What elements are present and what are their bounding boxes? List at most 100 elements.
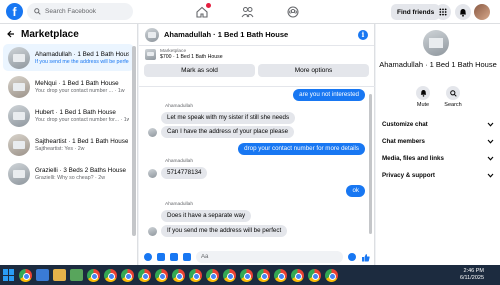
chat-header: Ahamadullah · 1 Bed 1 Bath House i (139, 24, 374, 46)
plus-icon[interactable] (144, 253, 152, 261)
app-icon[interactable] (36, 269, 49, 281)
privacy-support-row[interactable]: Privacy & support (382, 172, 494, 179)
top-navigation-bar: f Find friends (0, 0, 500, 24)
listing-detail: $700 · 1 Bed 1 Bath House (160, 53, 223, 60)
chrome-icon[interactable] (257, 268, 270, 282)
groups-nav-button[interactable] (286, 5, 300, 19)
conversation-item[interactable]: Sajtheartist · 1 Bed 1 Bath House Sajthe… (3, 131, 134, 158)
section-label: Chat members (382, 138, 425, 145)
conversation-preview: Sajtheartist: Yes · 2w (35, 145, 85, 152)
message-sender: Ahamadullah (165, 202, 194, 207)
message-sender: Ahamadullah (165, 104, 194, 109)
message-input[interactable] (196, 251, 343, 263)
conversation-item[interactable]: Ahamadullah · 1 Bed 1 Bath House If you … (3, 44, 134, 71)
chrome-icon[interactable] (308, 268, 321, 282)
like-thumb-icon[interactable] (361, 253, 370, 262)
emoji-icon[interactable] (348, 253, 356, 261)
chrome-icon[interactable] (87, 268, 100, 282)
windows-taskbar: 2:46 PM 6/11/2025 (0, 265, 500, 285)
marketplace-inbox-sidebar: Marketplace Ahamadullah · 1 Bed 1 Bath H… (0, 24, 138, 265)
chat-scrollbar[interactable] (369, 94, 372, 234)
conversation-name: Sajtheartist · 1 Bed 1 Bath House (35, 137, 129, 145)
chevron-down-icon (487, 122, 494, 127)
conversation-name: MeNqui · 1 Bed 1 Bath House (35, 79, 119, 87)
chrome-icon[interactable] (19, 268, 32, 282)
menu-button[interactable] (435, 4, 451, 20)
chrome-icon[interactable] (325, 268, 338, 282)
sidebar-title: Marketplace (21, 28, 79, 40)
clock-date: 6/11/2025 (459, 275, 484, 281)
listing-banner[interactable]: Marketplace $700 · 1 Bed 1 Bath House (139, 46, 374, 62)
outgoing-message: are you not interested (293, 89, 365, 101)
message-thread: are you not interested Ahamadullah Let m… (139, 86, 375, 248)
conversation-preview: You: drop your contact number ... · 1w (35, 87, 125, 94)
customize-chat-row[interactable]: Customize chat (382, 121, 494, 128)
system-clock[interactable]: 2:46 PM 6/11/2025 (460, 268, 484, 282)
details-title: Ahamadullah · 1 Bed 1 Bath House (379, 60, 497, 69)
notifications-button[interactable] (455, 4, 471, 20)
mute-label: Mute (416, 102, 430, 108)
chevron-down-icon (487, 139, 494, 144)
profile-avatar[interactable] (474, 4, 490, 20)
conversation-name: Ahamadullah · 1 Bed 1 Bath House (35, 50, 129, 58)
windows-start-icon[interactable] (3, 269, 15, 281)
outgoing-message: ok (346, 185, 365, 197)
app-icon[interactable] (70, 269, 83, 281)
search-icon (34, 8, 41, 15)
friends-nav-button[interactable] (240, 5, 254, 19)
facebook-logo[interactable]: f (6, 3, 23, 20)
chat-details-panel: Ahamadullah · 1 Bed 1 Bath House Mute Se… (376, 24, 500, 265)
back-arrow-icon[interactable] (7, 30, 15, 38)
media-files-links-row[interactable]: Media, files and links (382, 155, 494, 162)
incoming-message: Can I have the address of your place ple… (161, 126, 295, 138)
chat-members-row[interactable]: Chat members (382, 138, 494, 145)
chrome-icon[interactable] (206, 268, 219, 282)
chrome-icon[interactable] (223, 268, 236, 282)
grid-menu-icon (439, 8, 447, 16)
listing-thumbnail (8, 162, 30, 185)
home-nav-button[interactable] (195, 3, 211, 19)
sticker-icon[interactable] (170, 253, 178, 261)
search-box[interactable] (27, 3, 133, 20)
conversation-item[interactable]: Hubert · 1 Bed 1 Bath House You: drop yo… (3, 102, 134, 129)
mark-as-sold-button[interactable]: Mark as sold (144, 64, 255, 77)
chrome-icon[interactable] (172, 268, 185, 282)
chat-title[interactable]: Ahamadullah · 1 Bed 1 Bath House (164, 30, 288, 39)
chrome-icon[interactable] (240, 268, 253, 282)
chrome-icon[interactable] (138, 268, 151, 282)
chrome-icon[interactable] (291, 268, 304, 282)
chrome-icon[interactable] (155, 268, 168, 282)
listing-thumbnail (8, 133, 30, 156)
listing-thumbnail (145, 48, 156, 60)
incoming-message: Does it have a separate way (161, 210, 252, 222)
message-composer (139, 249, 375, 265)
listing-thumbnail (8, 46, 30, 69)
file-explorer-icon[interactable] (53, 269, 66, 281)
more-options-button[interactable]: More options (258, 64, 369, 77)
conversation-preview: Grazielli: Why so cheap? · 2w (35, 174, 106, 181)
sidebar-header: Marketplace (0, 24, 137, 44)
info-icon[interactable]: i (358, 30, 368, 40)
bell-icon (460, 8, 466, 17)
conversation-preview: If you send me the address will be perfe… (35, 58, 129, 65)
conversation-item[interactable]: Grazielli · 3 Beds 2 Baths House Graziel… (3, 160, 134, 187)
gif-icon[interactable] (183, 253, 191, 261)
chat-thumbnail[interactable] (145, 27, 159, 42)
chrome-icon[interactable] (189, 268, 202, 282)
chevron-down-icon (487, 156, 494, 161)
conversation-item[interactable]: MeNqui · 1 Bed 1 Bath House You: drop yo… (3, 73, 134, 100)
chrome-icon[interactable] (274, 268, 287, 282)
message-sender: Ahamadullah (165, 159, 194, 164)
chrome-icon[interactable] (104, 268, 117, 282)
sidebar-scrollbar[interactable] (132, 46, 136, 236)
image-icon[interactable] (157, 253, 165, 261)
chevron-down-icon (487, 173, 494, 178)
search-input[interactable] (45, 8, 125, 15)
find-friends-button[interactable]: Find friends (391, 4, 441, 20)
listing-thumbnail (8, 104, 30, 127)
chrome-icon[interactable] (121, 268, 134, 282)
listing-photo[interactable] (423, 30, 449, 56)
mute-button[interactable]: Mute (409, 86, 437, 108)
friends-icon (241, 7, 253, 18)
search-conversation-button[interactable]: Search (439, 86, 467, 108)
